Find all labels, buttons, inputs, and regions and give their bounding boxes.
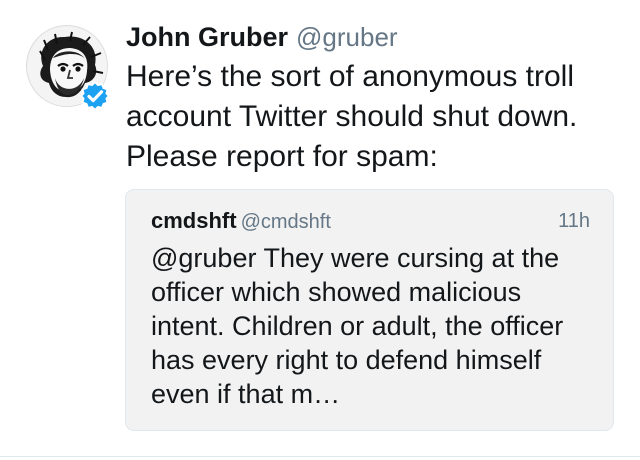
verified-badge-icon xyxy=(79,80,111,112)
quoted-tweet-card[interactable]: cmdshft @cmdshft 11h @gruber They were cu… xyxy=(125,189,614,431)
quoted-tweet-text: @gruber They were cursing at the officer… xyxy=(151,243,564,409)
author-avatar-wrapper[interactable] xyxy=(26,25,111,112)
tweet[interactable]: John Gruber @gruber Here’s the sort of an… xyxy=(0,0,640,458)
author-display-name[interactable]: John Gruber xyxy=(126,22,288,52)
quoted-author-handle[interactable]: @cmdshft xyxy=(241,211,331,233)
author-handle[interactable]: @gruber xyxy=(296,22,398,52)
quoted-tweet-header: cmdshft @cmdshft xyxy=(151,206,331,239)
tweet-text: Here’s the sort of anonymous troll accou… xyxy=(126,60,578,173)
bottom-divider xyxy=(0,456,640,457)
tweet-header: John Gruber @gruber xyxy=(126,20,398,59)
quoted-tweet-timestamp[interactable]: 11h xyxy=(558,206,590,236)
quoted-author-display-name[interactable]: cmdshft xyxy=(151,208,237,233)
